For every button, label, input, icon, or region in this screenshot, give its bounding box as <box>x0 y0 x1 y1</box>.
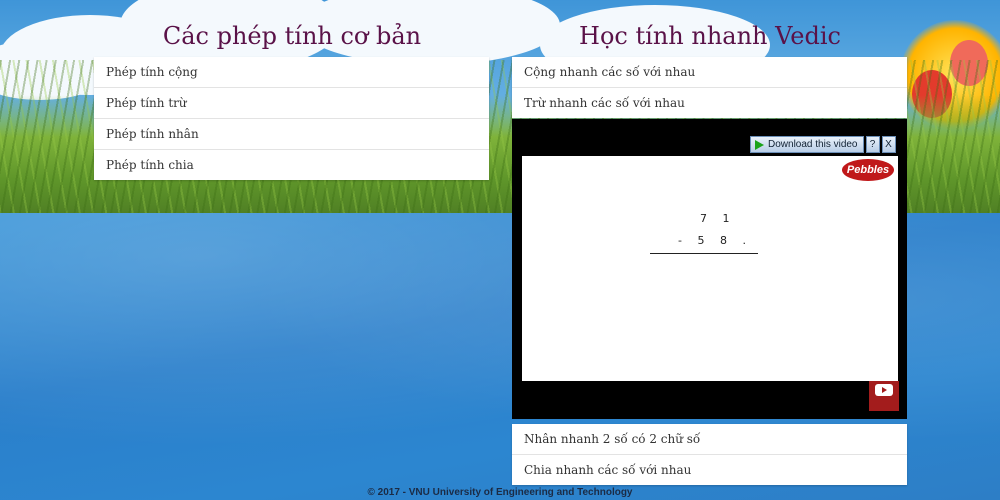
video-player[interactable]: Pebbles 7 1 - 5 8 . Download this video … <box>512 119 907 419</box>
youtube-subscribe-button[interactable] <box>869 381 899 411</box>
menu-item-fast-subtraction[interactable]: Trừ nhanh các số với nhau <box>512 88 907 118</box>
heading-vedic-math: Học tính nhanh Vedic <box>579 22 841 50</box>
menu-item-fast-multiplication[interactable]: Nhân nhanh 2 số có 2 chữ số <box>512 424 907 455</box>
menu-item-subtraction[interactable]: Phép tính trừ <box>94 88 489 119</box>
math-bottom-number: - 5 8 . <box>678 234 752 247</box>
footer-copyright: © 2017 - VNU University of Engineering a… <box>367 487 633 498</box>
math-underline <box>650 253 758 254</box>
help-button[interactable]: ? <box>865 136 880 153</box>
menu-item-fast-division[interactable]: Chia nhanh các số với nhau <box>512 455 907 485</box>
youtube-icon <box>875 384 893 396</box>
download-label: Download this video <box>768 139 858 150</box>
play-icon <box>755 139 764 150</box>
heading-basic-operations: Các phép tính cơ bản <box>162 22 422 50</box>
basic-operations-menu: Phép tính cộng Phép tính trừ Phép tính n… <box>94 57 489 180</box>
menu-item-multiplication[interactable]: Phép tính nhân <box>94 119 489 150</box>
vedic-menu: Cộng nhanh các số với nhau Trừ nhanh các… <box>512 57 907 118</box>
menu-item-fast-addition[interactable]: Cộng nhanh các số với nhau <box>512 57 907 88</box>
close-button[interactable]: X <box>881 136 896 153</box>
menu-item-division[interactable]: Phép tính chia <box>94 150 489 180</box>
download-video-button[interactable]: Download this video <box>750 136 864 153</box>
pebbles-logo: Pebbles <box>842 159 894 181</box>
math-top-number: 7 1 <box>700 212 736 225</box>
video-frame[interactable]: Pebbles 7 1 - 5 8 . <box>522 156 898 381</box>
menu-item-addition[interactable]: Phép tính cộng <box>94 57 489 88</box>
download-toolbar: Download this video ? X <box>750 136 896 153</box>
vedic-menu-bottom: Nhân nhanh 2 số có 2 chữ số Chia nhanh c… <box>512 424 907 485</box>
